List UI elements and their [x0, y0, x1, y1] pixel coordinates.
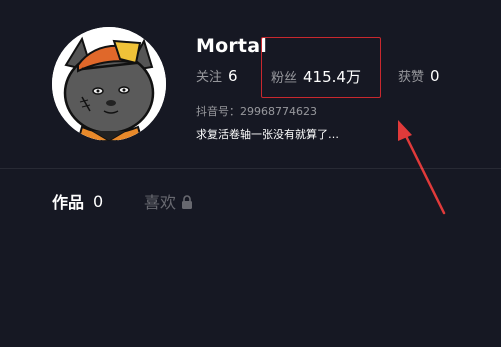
avatar[interactable]	[52, 27, 166, 141]
following-label: 关注	[196, 70, 223, 85]
profile-bio: 求复活卷轴一张没有就算了…	[196, 128, 339, 141]
cartoon-cat-avatar-icon	[52, 27, 166, 141]
likes-received-label: 获赞	[398, 70, 425, 85]
profile-page: Mortal 关注 6 粉丝 415.4万 获赞 0 抖音号：299687746…	[0, 0, 501, 347]
username: Mortal	[196, 35, 267, 57]
following-stat[interactable]: 关注 6	[196, 66, 238, 85]
tab-likes[interactable]: 喜欢	[144, 189, 193, 213]
followers-highlight-box	[261, 37, 381, 98]
following-count: 6	[228, 67, 238, 85]
tab-works-count: 0	[93, 191, 104, 211]
likes-received-stat: 获赞 0	[398, 66, 440, 85]
tab-works[interactable]: 作品 0	[52, 189, 103, 213]
tab-likes-label: 喜欢	[144, 193, 177, 212]
lock-icon	[181, 194, 193, 209]
section-divider	[0, 168, 501, 169]
likes-received-count: 0	[430, 67, 440, 85]
tab-works-label: 作品	[52, 193, 85, 212]
account-id: 抖音号：29968774623	[196, 105, 317, 118]
